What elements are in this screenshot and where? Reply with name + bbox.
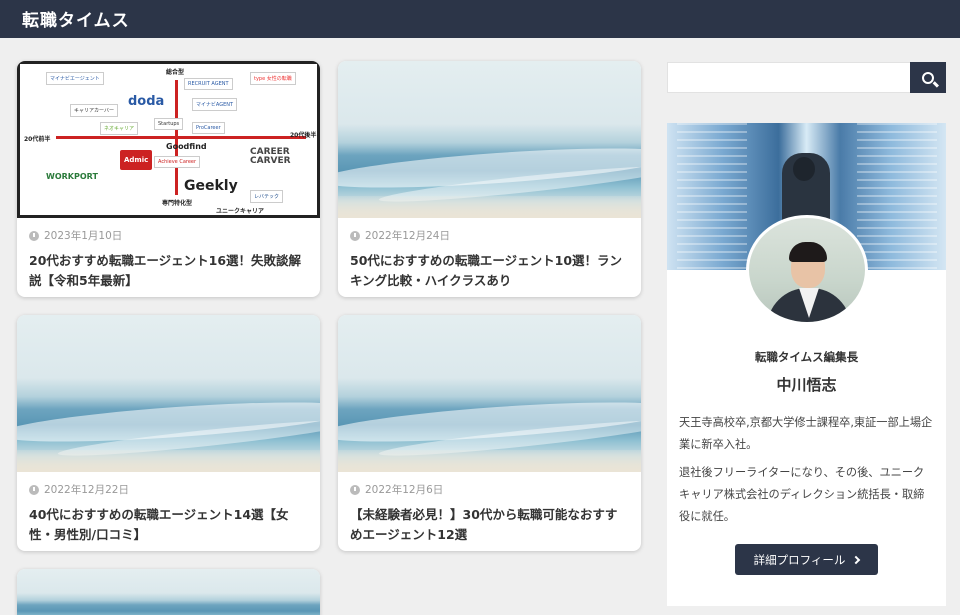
profile-name: 中川悟志 — [776, 376, 837, 394]
article-title[interactable]: 40代におすすめの転職エージェント14選【女性・男性別/口コミ】 — [29, 505, 308, 545]
article-card[interactable] — [17, 569, 320, 615]
article-date-text: 2022年12月22日 — [44, 484, 129, 496]
article-date: 2022年12月22日 — [29, 482, 308, 497]
axis-bottom-label: 専門特化型 — [162, 200, 193, 207]
site-header: 転職タイムス — [0, 0, 960, 38]
logo-achieve: Achieve Career — [154, 156, 201, 168]
profile-bio: 退社後フリーライターになり、その後、ユニークキャリア株式会社のディレクション統括… — [679, 466, 925, 523]
logo-neo: ネオキャリア — [100, 122, 139, 135]
axis-top-label: 総合型 — [166, 69, 185, 76]
article-title[interactable]: 【未経験者必見！】30代から転職可能なおすすめエージェント12選 — [350, 505, 629, 545]
article-date-text: 2022年12月6日 — [365, 484, 444, 496]
logo-doda: doda — [128, 94, 165, 109]
logo-workport: WORKPORT — [46, 172, 98, 181]
article-date-text: 2022年12月24日 — [365, 230, 450, 242]
article-thumbnail[interactable]: 総合型 専門特化型 20代前半 20代後半 マイナビエージェント RECRUIT… — [17, 61, 320, 218]
article-date: 2022年12月6日 — [350, 482, 629, 497]
article-date: 2022年12月24日 — [350, 228, 629, 243]
article-card[interactable]: 2022年12月6日 【未経験者必見！】30代から転職可能なおすすめエージェント… — [338, 315, 641, 551]
article-title[interactable]: 50代におすすめの転職エージェント10選！ランキング比較・ハイクラスあり — [350, 251, 629, 291]
profile-detail-button[interactable]: 詳細プロフィール — [735, 544, 878, 575]
avatar — [746, 215, 868, 325]
axis-left-label: 20代前半 — [24, 136, 51, 143]
profile-role: 転職タイムス編集長 — [754, 350, 859, 364]
clock-icon — [350, 230, 360, 241]
logo-levtech: レバテック — [250, 190, 284, 203]
logo-mynavi-agent: マイナビエージェント — [46, 72, 104, 85]
logo-unique-career: ユニークキャリア — [216, 208, 265, 215]
logo-recruit: RECRUIT AGENT — [184, 78, 233, 90]
article-date-text: 2023年1月10日 — [44, 230, 123, 242]
profile-bio: 天王寺高校卒,京都大学修士課程卒,東証一部上場企業に新卒入社。 — [679, 416, 933, 451]
axis-right-label: 20代後半 — [290, 132, 317, 139]
logo-startups: Startups — [154, 118, 184, 130]
article-thumbnail[interactable] — [17, 315, 320, 472]
article-thumbnail[interactable] — [17, 569, 320, 615]
profile-widget: 転職タイムス編集長 中川悟志 天王寺高校卒,京都大学修士課程卒,東証一部上場企業… — [667, 123, 946, 606]
logo-procareer: ProCareer — [192, 122, 225, 134]
search-button[interactable] — [910, 62, 946, 93]
article-title[interactable]: 20代おすすめ転職エージェント16選！失敗談解説【令和5年最新】 — [29, 251, 308, 291]
search-icon — [922, 71, 934, 84]
logo-admic: Admic — [120, 150, 153, 170]
logo-type: type 女性の転職 — [250, 72, 296, 85]
article-card[interactable]: 2022年12月24日 50代におすすめの転職エージェント10選！ランキング比較… — [338, 61, 641, 297]
article-card[interactable]: 2022年12月22日 40代におすすめの転職エージェント14選【女性・男性別/… — [17, 315, 320, 551]
site-title[interactable]: 転職タイムス — [22, 6, 130, 31]
article-card[interactable]: 総合型 専門特化型 20代前半 20代後半 マイナビエージェント RECRUIT… — [17, 61, 320, 297]
logo-mynavi: マイナビAGENT — [192, 98, 238, 111]
logo-career-carver-small: キャリアカーバー — [70, 104, 118, 117]
search-input[interactable] — [667, 62, 911, 93]
article-thumbnail[interactable] — [338, 61, 641, 218]
clock-icon — [29, 484, 39, 495]
article-date: 2023年1月10日 — [29, 228, 308, 243]
logo-geekly: Geekly — [184, 178, 238, 194]
logo-goodfind: Goodfind — [166, 142, 207, 151]
horizontal-axis-arrow — [56, 136, 306, 139]
article-thumbnail[interactable] — [338, 315, 641, 472]
logo-career-carver: CAREER CARVER — [250, 147, 291, 166]
clock-icon — [29, 230, 39, 241]
profile-detail-label: 詳細プロフィール — [753, 552, 846, 567]
clock-icon — [350, 484, 360, 495]
chevron-right-icon — [852, 555, 861, 564]
